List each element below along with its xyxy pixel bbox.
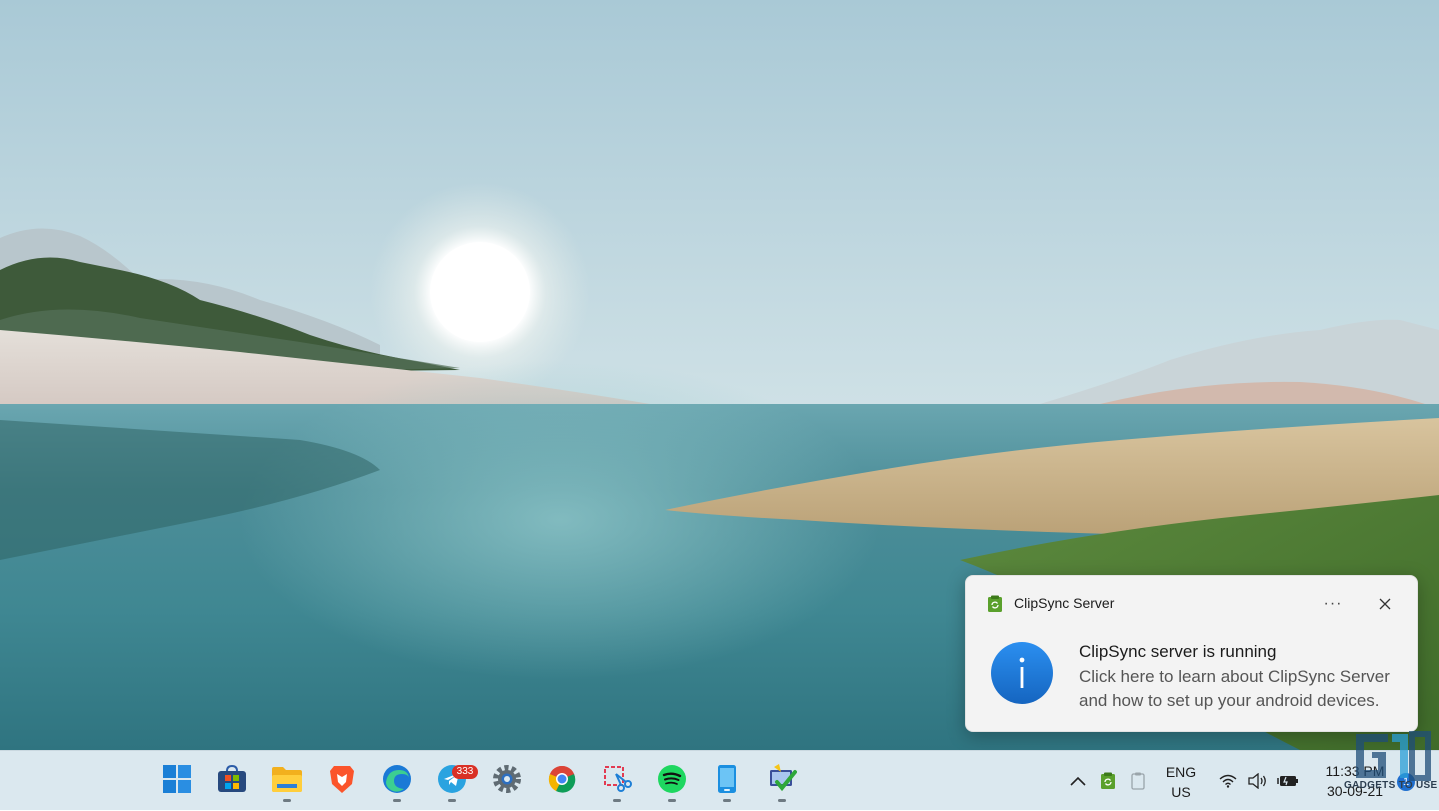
- taskbar-app-snipping-tool[interactable]: [595, 757, 639, 802]
- close-button[interactable]: [1371, 590, 1399, 618]
- chrome-icon: [548, 766, 576, 793]
- snipping-icon: [604, 766, 632, 792]
- taskbar-app-telegram[interactable]: 333: [430, 757, 478, 802]
- running-indicator: [668, 799, 676, 802]
- toast-app-name: ClipSync Server: [1014, 595, 1115, 611]
- toast-title: ClipSync server is running: [1079, 642, 1277, 661]
- info-icon: [991, 642, 1053, 704]
- taskbar-app-checker[interactable]: [760, 757, 804, 802]
- taskbar-app-edge[interactable]: [375, 757, 419, 802]
- volume-button[interactable]: [1246, 751, 1270, 811]
- start-button[interactable]: [155, 757, 199, 801]
- battery-button[interactable]: [1276, 751, 1300, 811]
- close-icon: [1379, 598, 1391, 610]
- taskbar-app-settings[interactable]: [485, 757, 529, 801]
- windows-logo-icon: [163, 765, 191, 793]
- running-indicator: [613, 799, 621, 802]
- region-code: US: [1171, 784, 1191, 800]
- store-icon: [218, 765, 246, 792]
- taskbar-app-brave[interactable]: [320, 757, 364, 801]
- running-indicator: [393, 799, 401, 802]
- taskbar-app-spotify[interactable]: [650, 757, 694, 802]
- clipsync-tray-icon: [1101, 772, 1115, 789]
- language-code: ENG: [1165, 764, 1197, 780]
- phone-icon: [718, 765, 736, 793]
- running-indicator: [448, 799, 456, 802]
- checkmark-app-icon: [770, 764, 797, 792]
- taskbar-app-file-explorer[interactable]: [265, 757, 309, 802]
- toast-body: Click here to learn about ClipSync Serve…: [1079, 667, 1390, 710]
- chevron-up-icon: [1070, 776, 1086, 786]
- wifi-icon: [1219, 774, 1237, 788]
- folder-icon: [272, 767, 302, 792]
- input-language-indicator[interactable]: ENG US: [1160, 762, 1202, 802]
- wifi-button[interactable]: [1216, 751, 1240, 811]
- clipboard-tray-icon: [1131, 772, 1145, 790]
- spotify-icon: [658, 765, 686, 793]
- taskbar: 333 ENG US 11:33 PM 30-09-21 1: [0, 750, 1439, 810]
- gear-icon: [493, 765, 521, 793]
- clipsync-app-icon: [988, 595, 1002, 612]
- edge-icon: [383, 765, 411, 793]
- toast-header: ClipSync Server ···: [966, 576, 1417, 632]
- show-hidden-icons-button[interactable]: [1066, 751, 1090, 811]
- taskbar-app-microsoft-store[interactable]: [210, 757, 254, 801]
- clock-time: 11:33 PM: [1325, 763, 1385, 779]
- taskbar-app-phone-link[interactable]: [705, 757, 749, 802]
- running-indicator: [723, 799, 731, 802]
- tray-clipboard[interactable]: [1126, 751, 1150, 811]
- toast-notification[interactable]: ClipSync Server ··· ClipSync server is r…: [965, 575, 1418, 732]
- running-indicator: [778, 799, 786, 802]
- more-options-button[interactable]: ···: [1319, 590, 1347, 618]
- watermark-text: GADGETS TO USE: [1344, 780, 1438, 791]
- speaker-icon: [1248, 773, 1266, 789]
- brave-icon: [330, 766, 354, 793]
- tray-clipsync[interactable]: [1096, 751, 1120, 811]
- battery-charging-icon: [1277, 776, 1298, 786]
- unread-badge: 333: [452, 765, 478, 779]
- taskbar-app-chrome[interactable]: [540, 757, 584, 801]
- running-indicator: [283, 799, 291, 802]
